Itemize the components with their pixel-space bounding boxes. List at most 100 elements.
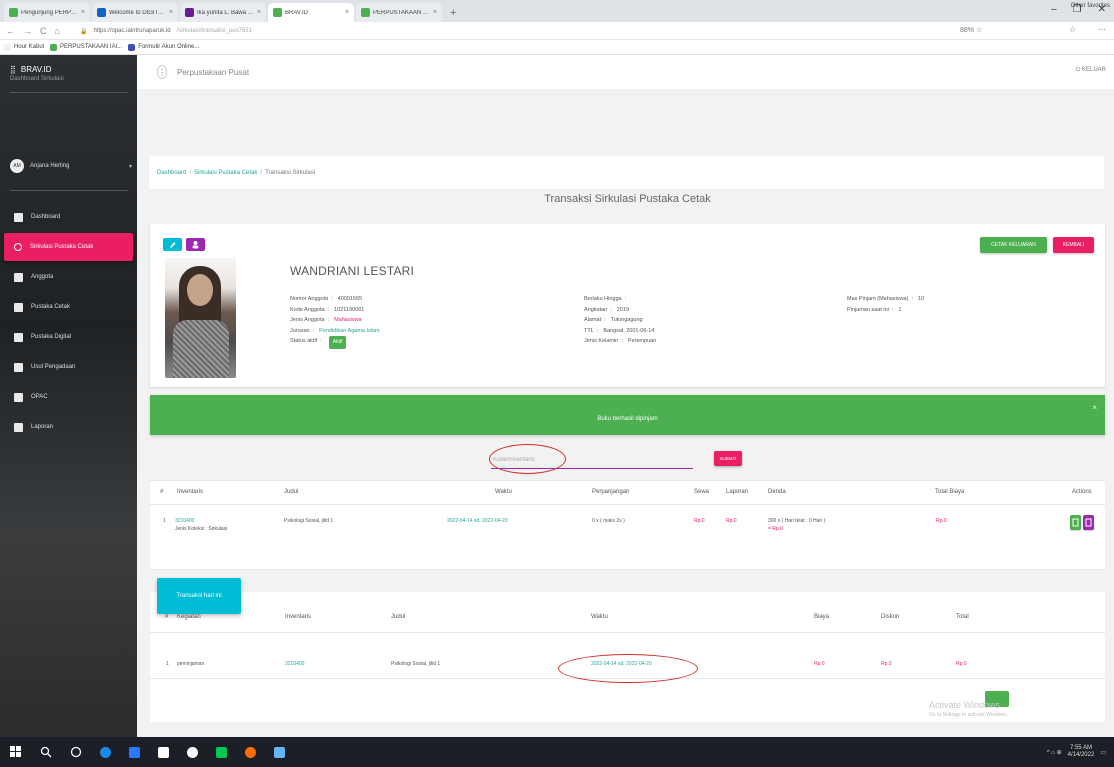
notification-icon[interactable]: ▭: [1100, 749, 1106, 756]
home-icon[interactable]: ⌂: [55, 26, 60, 36]
col-kegiatan: Kegiatan: [177, 614, 201, 620]
windows-start-icon[interactable]: [10, 746, 22, 758]
sidebar-item-sirkulasi-pustaka-cetak[interactable]: Sirkulasi Pustaka Cetak: [4, 233, 133, 261]
sidebar-item-laporan[interactable]: Laporan: [0, 413, 137, 441]
new-tab-button[interactable]: +: [444, 7, 462, 22]
info-row: Jenis Anggota: Mahasiswa: [290, 315, 380, 326]
logout-button[interactable]: ⏻ KELUAR: [1076, 67, 1106, 74]
browser-tab[interactable]: Ika yunita L. Bawa dad n ...×: [180, 3, 266, 22]
sidebar-item-pustaka-digital[interactable]: Pustaka Digital: [0, 323, 137, 351]
col-actions: Actions: [1072, 489, 1092, 495]
forward-icon[interactable]: →: [23, 26, 32, 36]
sidebar-menu: Dashboard Sirkulasi Pustaka Cetak Anggota P…: [0, 203, 137, 443]
task-view-icon[interactable]: [70, 746, 82, 758]
mail-icon[interactable]: [187, 746, 198, 758]
sidebar-item-label: Pustaka Cetak: [31, 304, 71, 310]
edge-icon[interactable]: [100, 746, 111, 758]
browser-tab[interactable]: PERPUSTAKAAN DAN TEKNO...×: [356, 3, 442, 22]
favicon-icon: [97, 8, 106, 17]
row-laporan: Rp.0: [726, 518, 737, 524]
sidebar: ⣿ BRAV.ID Dashboard Sirkulasi AM Anjana …: [0, 55, 137, 737]
breadcrumb-dashboard[interactable]: Dashboard: [157, 170, 186, 176]
extend-button[interactable]: [1083, 515, 1094, 530]
brand-subtitle: Dashboard Sirkulasi: [10, 76, 64, 82]
sidebar-divider: [10, 92, 128, 93]
bookmark-item[interactable]: Hour Kabul: [4, 43, 44, 51]
user-name: Anjana Herling: [30, 163, 70, 169]
page-title: Transaksi Sirkulasi Pustaka Cetak: [544, 193, 711, 205]
close-icon[interactable]: ×: [169, 9, 173, 16]
row-total: Rp.0: [936, 518, 947, 524]
profile-button[interactable]: [186, 238, 205, 251]
row-denda: 300 x ( Hari telat : 0 Hari ): [768, 518, 826, 524]
url-path: /sirkulasi/transaksi_pus7651: [176, 28, 252, 34]
refresh-icon[interactable]: C: [40, 26, 47, 36]
close-icon[interactable]: ×: [433, 9, 437, 16]
info-label: Max Pinjam (Mahasiswa): [847, 296, 909, 302]
info-value: Tulungagung: [610, 317, 643, 323]
back-button[interactable]: KEMBALI: [1053, 237, 1094, 253]
bookmark-item[interactable]: PERPUSTAKAAN IAI...: [50, 43, 122, 51]
minimize-icon[interactable]: –: [1051, 4, 1057, 15]
sidebar-item-label: Sirkulasi Pustaka Cetak: [30, 244, 94, 250]
member-info-col2: Berlaku Hingga: Angkatan:2019 Alamat: Tulun…: [584, 294, 656, 347]
row-no: 1: [166, 661, 169, 667]
report-icon: [14, 422, 23, 432]
row-judul: Psikologi Sosial, jilid 1: [284, 518, 334, 524]
return-button[interactable]: [1070, 515, 1081, 530]
submit-button[interactable]: SUBMIT: [714, 451, 742, 466]
sidebar-item-anggota[interactable]: Anggota: [0, 263, 137, 291]
edit-button[interactable]: [163, 238, 182, 251]
browser-tab[interactable]: BRAV.ID ×: [268, 3, 354, 22]
sidebar-item-label: Pustaka Digital: [31, 334, 72, 340]
document-icon[interactable]: [158, 746, 169, 758]
menu-toggle-icon[interactable]: ⋮: [157, 65, 167, 79]
loan-table: # Inventaris Judul Waktu Perpanjangan Se…: [150, 480, 1105, 570]
user-menu[interactable]: AM Anjana Herling ▾: [10, 159, 132, 173]
chevron-down-icon: ▾: [128, 163, 132, 170]
photos-icon[interactable]: [274, 746, 285, 758]
close-icon[interactable]: ×: [81, 9, 85, 16]
row-inventaris[interactable]: 3210400: [175, 517, 194, 525]
store-icon[interactable]: [129, 746, 140, 758]
info-label: Status aktif: [290, 338, 318, 344]
member-name: WANDRIANI LESTARI: [290, 264, 415, 278]
browser-tab[interactable]: Welcome to DIGITAL LIBRARY ...×: [92, 3, 178, 22]
url-field[interactable]: 🔒 https://opac.iaintrunaparuk.id/sirkula…: [80, 24, 1010, 38]
bookmark-item[interactable]: Formulir Akun Online...: [128, 43, 199, 51]
today-transactions-button[interactable]: Transaksi hari ini: [157, 578, 241, 614]
row-diskon: Rp.0: [881, 661, 892, 667]
search-icon[interactable]: [40, 746, 52, 758]
inventaris-input[interactable]: [491, 451, 693, 469]
sidebar-item-opac[interactable]: OPAC: [0, 383, 137, 411]
row-waktu: 2022-04-14 sd. 2022-04-20: [591, 661, 652, 667]
opac-icon: [14, 392, 23, 402]
sidebar-item-usul-pengadaan[interactable]: Usul Pengadaan: [0, 353, 137, 381]
firefox-icon[interactable]: [245, 746, 256, 758]
close-icon[interactable]: ×: [1092, 403, 1097, 412]
other-favorites[interactable]: Other favorites: [1071, 3, 1110, 9]
breadcrumb-separator: /: [260, 169, 263, 176]
system-tray: ^ ⌂ ⊕ 7:55 AM 4/14/2022 ▭: [1047, 745, 1106, 759]
tray-icons[interactable]: ^ ⌂ ⊕: [1047, 749, 1062, 756]
clock-date: 4/14/2022: [1067, 752, 1095, 758]
info-row: Status aktif: Aktif: [290, 336, 380, 349]
close-icon[interactable]: ×: [257, 9, 261, 16]
brand-name: BRAV.ID: [20, 65, 52, 74]
sidebar-item-dashboard[interactable]: Dashboard: [0, 203, 137, 231]
tab-title: PERPUSTAKAAN DAN TEKNO...: [373, 9, 430, 16]
clock[interactable]: 7:55 AM 4/14/2022: [1068, 745, 1095, 759]
app-icon[interactable]: [216, 746, 227, 758]
favorites-icon[interactable]: ☆: [1069, 25, 1076, 34]
breadcrumb-sirkulasi[interactable]: Sirkulasi Pustaka Cetak: [194, 170, 257, 176]
back-icon[interactable]: ←: [6, 26, 15, 36]
row-denda-total: = Rp.0: [768, 526, 783, 532]
zoom-indicator[interactable]: 88% ☆: [960, 26, 982, 34]
sidebar-item-pustaka-cetak[interactable]: Pustaka Cetak: [0, 293, 137, 321]
browser-tab[interactable]: Pengunjung PERPUSTAKAAN I...×: [4, 3, 90, 22]
print-button[interactable]: CETAK KELUARAN: [980, 237, 1047, 253]
sidebar-item-label: OPAC: [31, 394, 48, 400]
close-icon[interactable]: ×: [345, 9, 349, 16]
row-inventaris[interactable]: 3210400: [285, 660, 304, 668]
more-icon[interactable]: ⋯: [1098, 25, 1106, 34]
